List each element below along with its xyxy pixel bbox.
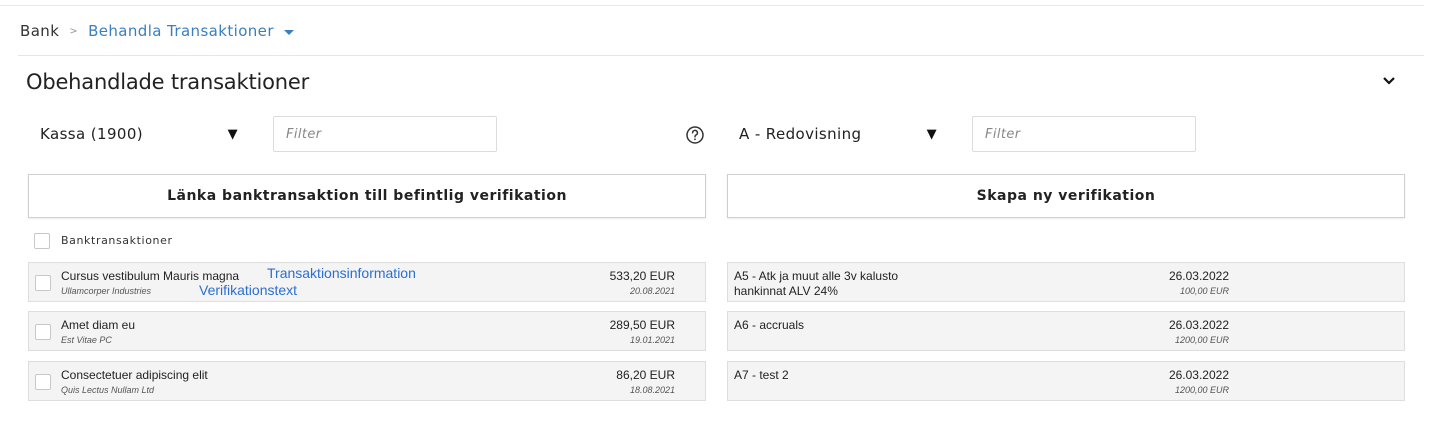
verification-date: 26.03.2022 bbox=[1168, 318, 1229, 332]
header-divider bbox=[18, 55, 1424, 56]
breadcrumb: Bank > Behandla Transaktioner bbox=[20, 21, 294, 41]
verification-row[interactable]: A6 - accruals 26.03.2022 1200,00 EUR bbox=[727, 311, 1405, 351]
account-select[interactable]: Kassa (1900) ▼ bbox=[28, 116, 252, 152]
verification-date: 26.03.2022 bbox=[1168, 269, 1229, 283]
row-checkbox[interactable] bbox=[35, 374, 51, 390]
caret-down-icon[interactable] bbox=[283, 29, 294, 35]
transaction-counterparty: Quis Lectus Nullam Ltd bbox=[61, 385, 155, 395]
select-all-checkbox[interactable] bbox=[34, 233, 50, 249]
breadcrumb-separator: > bbox=[69, 25, 79, 37]
breadcrumb-root[interactable]: Bank bbox=[20, 22, 59, 40]
verification-amount: 100,00 EUR bbox=[1179, 286, 1229, 296]
bank-transaction-row[interactable]: Consectetuer adipiscing elit Quis Lectus… bbox=[28, 361, 706, 401]
transaction-date: 19.01.2021 bbox=[629, 335, 675, 345]
bank-filter-input[interactable] bbox=[273, 116, 497, 152]
verification-row[interactable]: A5 - Atk ja muut alle 3v kalusto hankinn… bbox=[727, 262, 1405, 302]
section-title: Obehandlade transaktioner bbox=[26, 70, 310, 94]
transaction-info-annotation: Transaktionsinformation bbox=[267, 265, 416, 281]
verification-amount: 1200,00 EUR bbox=[1174, 385, 1229, 395]
transaction-title: Cursus vestibulum Mauris magna bbox=[61, 269, 240, 283]
transaction-date: 20.08.2021 bbox=[629, 286, 675, 296]
verification-date: 26.03.2022 bbox=[1168, 368, 1229, 382]
row-checkbox[interactable] bbox=[35, 324, 51, 340]
series-select-value: A - Redovisning bbox=[739, 125, 862, 143]
verification-amount: 1200,00 EUR bbox=[1174, 335, 1229, 345]
transaction-date: 18.08.2021 bbox=[629, 385, 675, 395]
verification-title-line2: hankinnat ALV 24% bbox=[734, 284, 838, 298]
verification-title: A6 - accruals bbox=[734, 318, 805, 332]
link-transaction-button[interactable]: Länka banktransaktion till befintlig ver… bbox=[28, 174, 706, 218]
verification-text-annotation: Verifikationstext bbox=[199, 282, 298, 298]
transaction-counterparty: Ullamcorper Industries bbox=[61, 286, 152, 296]
transaction-amount: 533,20 EUR bbox=[609, 269, 675, 283]
create-verification-button[interactable]: Skapa ny verifikation bbox=[727, 174, 1405, 218]
row-checkbox[interactable] bbox=[35, 275, 51, 291]
account-select-value: Kassa (1900) bbox=[40, 125, 144, 143]
dropdown-arrow-icon: ▼ bbox=[926, 126, 937, 142]
bank-list-header: Banktransaktioner bbox=[61, 234, 173, 247]
breadcrumb-current[interactable]: Behandla Transaktioner bbox=[88, 22, 274, 40]
verification-title: A5 - Atk ja muut alle 3v kalusto bbox=[734, 269, 899, 283]
transaction-title: Amet diam eu bbox=[61, 318, 136, 332]
series-select[interactable]: A - Redovisning ▼ bbox=[727, 116, 951, 152]
transaction-title: Consectetuer adipiscing elit bbox=[61, 368, 208, 382]
bank-transaction-row[interactable]: Amet diam eu Est Vitae PC 289,50 EUR 19.… bbox=[28, 311, 706, 351]
verification-filter-input[interactable] bbox=[972, 116, 1196, 152]
transaction-counterparty: Est Vitae PC bbox=[61, 335, 112, 345]
question-circle-icon[interactable] bbox=[685, 125, 705, 145]
verification-title: A7 - test 2 bbox=[734, 368, 789, 382]
dropdown-arrow-icon: ▼ bbox=[227, 126, 238, 142]
transaction-amount: 289,50 EUR bbox=[609, 318, 675, 332]
chevron-down-icon[interactable] bbox=[1382, 75, 1396, 87]
verification-row[interactable]: A7 - test 2 26.03.2022 1200,00 EUR bbox=[727, 361, 1405, 401]
transaction-amount: 86,20 EUR bbox=[616, 368, 675, 382]
top-divider bbox=[0, 5, 1424, 6]
